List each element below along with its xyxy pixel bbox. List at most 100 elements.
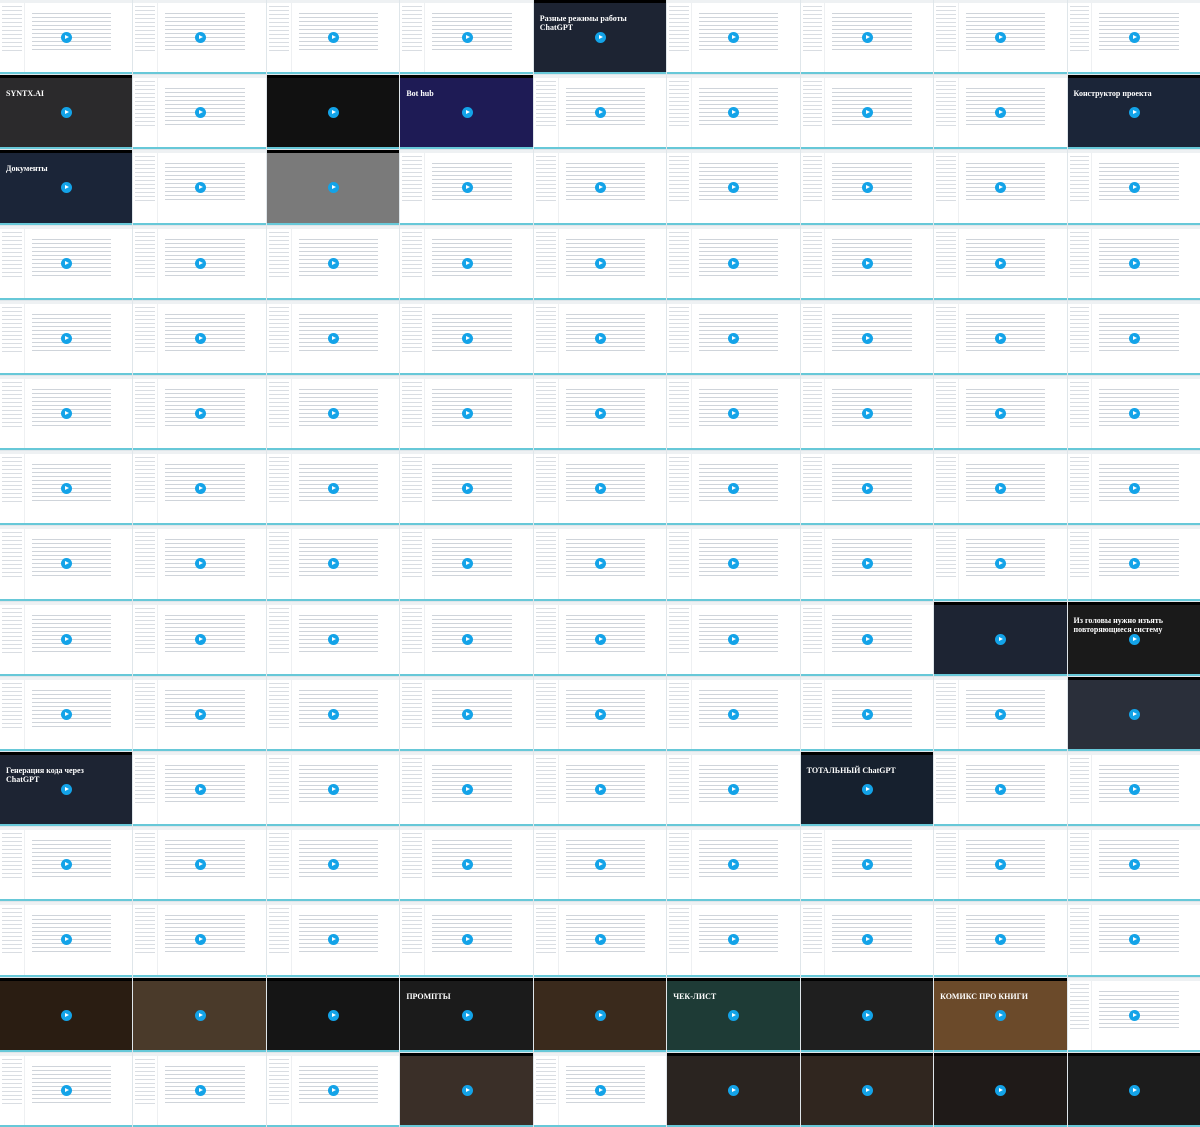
video-thumbnail[interactable] bbox=[1067, 0, 1200, 75]
play-icon[interactable] bbox=[861, 1009, 873, 1021]
video-thumbnail[interactable] bbox=[0, 375, 133, 451]
play-icon[interactable] bbox=[461, 32, 473, 44]
play-icon[interactable] bbox=[1128, 483, 1140, 495]
video-thumbnail[interactable] bbox=[667, 751, 800, 827]
video-thumbnail[interactable] bbox=[934, 451, 1067, 526]
play-icon[interactable] bbox=[194, 332, 206, 344]
video-thumbnail[interactable] bbox=[400, 827, 533, 902]
play-icon[interactable] bbox=[194, 408, 206, 420]
video-thumbnail[interactable] bbox=[266, 225, 400, 300]
video-thumbnail[interactable] bbox=[0, 225, 133, 300]
video-thumbnail[interactable] bbox=[1067, 751, 1200, 827]
play-icon[interactable] bbox=[1128, 859, 1140, 871]
video-thumbnail[interactable] bbox=[1067, 1052, 1200, 1127]
play-icon[interactable] bbox=[1128, 708, 1140, 720]
video-thumbnail[interactable] bbox=[0, 977, 133, 1052]
video-thumbnail[interactable] bbox=[934, 0, 1067, 75]
video-thumbnail[interactable] bbox=[400, 751, 533, 827]
video-thumbnail[interactable] bbox=[0, 827, 133, 902]
play-icon[interactable] bbox=[1128, 32, 1140, 44]
play-icon[interactable] bbox=[995, 633, 1007, 645]
video-thumbnail[interactable] bbox=[934, 75, 1067, 150]
video-thumbnail[interactable] bbox=[533, 977, 667, 1052]
video-thumbnail[interactable] bbox=[800, 526, 934, 601]
video-thumbnail[interactable] bbox=[266, 375, 400, 451]
play-icon[interactable] bbox=[861, 784, 873, 796]
video-thumbnail[interactable] bbox=[266, 1052, 400, 1127]
video-thumbnail[interactable] bbox=[533, 1052, 667, 1127]
play-icon[interactable] bbox=[194, 107, 206, 119]
play-icon[interactable] bbox=[61, 784, 73, 796]
video-thumbnail[interactable] bbox=[0, 451, 133, 526]
video-thumbnail[interactable] bbox=[133, 526, 266, 601]
video-thumbnail[interactable] bbox=[400, 451, 533, 526]
video-thumbnail[interactable] bbox=[133, 977, 266, 1052]
video-thumbnail[interactable] bbox=[133, 1052, 266, 1127]
video-thumbnail[interactable]: Разные режимы работы ChatGPT bbox=[533, 0, 667, 75]
video-thumbnail[interactable] bbox=[934, 751, 1067, 827]
video-thumbnail[interactable] bbox=[800, 601, 934, 676]
play-icon[interactable] bbox=[861, 32, 873, 44]
play-icon[interactable] bbox=[594, 708, 606, 720]
video-thumbnail[interactable] bbox=[533, 827, 667, 902]
play-icon[interactable] bbox=[461, 408, 473, 420]
video-thumbnail[interactable]: ПРОМПТЫ bbox=[400, 977, 533, 1052]
play-icon[interactable] bbox=[461, 107, 473, 119]
play-icon[interactable] bbox=[461, 1084, 473, 1096]
play-icon[interactable] bbox=[194, 1009, 206, 1021]
video-thumbnail[interactable] bbox=[1067, 300, 1200, 375]
play-icon[interactable] bbox=[1128, 633, 1140, 645]
video-thumbnail[interactable] bbox=[533, 75, 667, 150]
play-icon[interactable] bbox=[1128, 408, 1140, 420]
video-thumbnail[interactable] bbox=[667, 375, 800, 451]
video-thumbnail[interactable] bbox=[533, 601, 667, 676]
video-thumbnail[interactable] bbox=[800, 977, 934, 1052]
video-thumbnail[interactable] bbox=[266, 902, 400, 977]
play-icon[interactable] bbox=[1128, 332, 1140, 344]
video-thumbnail[interactable] bbox=[934, 526, 1067, 601]
play-icon[interactable] bbox=[328, 182, 340, 194]
video-thumbnail[interactable] bbox=[400, 1052, 533, 1127]
video-thumbnail[interactable] bbox=[800, 0, 934, 75]
video-thumbnail[interactable] bbox=[800, 676, 934, 751]
play-icon[interactable] bbox=[861, 332, 873, 344]
play-icon[interactable] bbox=[1128, 1084, 1140, 1096]
video-thumbnail[interactable] bbox=[934, 676, 1067, 751]
play-icon[interactable] bbox=[728, 1009, 740, 1021]
play-icon[interactable] bbox=[1128, 784, 1140, 796]
video-thumbnail[interactable] bbox=[133, 150, 266, 225]
play-icon[interactable] bbox=[861, 708, 873, 720]
video-thumbnail[interactable] bbox=[667, 451, 800, 526]
play-icon[interactable] bbox=[461, 257, 473, 269]
play-icon[interactable] bbox=[594, 408, 606, 420]
video-thumbnail[interactable] bbox=[667, 676, 800, 751]
video-thumbnail[interactable] bbox=[1067, 451, 1200, 526]
video-thumbnail[interactable] bbox=[800, 75, 934, 150]
video-thumbnail[interactable] bbox=[934, 300, 1067, 375]
play-icon[interactable] bbox=[728, 1084, 740, 1096]
video-thumbnail[interactable] bbox=[0, 902, 133, 977]
video-thumbnail[interactable] bbox=[266, 601, 400, 676]
video-thumbnail[interactable]: КОМИКС ПРО КНИГИ bbox=[934, 977, 1067, 1052]
video-thumbnail[interactable] bbox=[400, 375, 533, 451]
video-thumbnail[interactable] bbox=[133, 375, 266, 451]
play-icon[interactable] bbox=[861, 408, 873, 420]
video-thumbnail[interactable] bbox=[266, 75, 400, 150]
video-thumbnail[interactable] bbox=[800, 827, 934, 902]
video-thumbnail[interactable] bbox=[533, 150, 667, 225]
video-thumbnail[interactable] bbox=[667, 526, 800, 601]
video-thumbnail[interactable] bbox=[667, 601, 800, 676]
video-thumbnail[interactable]: ЧЕК-ЛИСТ bbox=[667, 977, 800, 1052]
video-thumbnail[interactable] bbox=[667, 902, 800, 977]
video-thumbnail[interactable]: Документы bbox=[0, 150, 133, 225]
video-thumbnail[interactable] bbox=[934, 1052, 1067, 1127]
play-icon[interactable] bbox=[461, 934, 473, 946]
video-thumbnail[interactable] bbox=[533, 225, 667, 300]
video-thumbnail[interactable] bbox=[934, 375, 1067, 451]
video-thumbnail[interactable] bbox=[133, 827, 266, 902]
video-thumbnail[interactable] bbox=[0, 526, 133, 601]
video-thumbnail[interactable] bbox=[133, 601, 266, 676]
video-thumbnail[interactable] bbox=[800, 150, 934, 225]
play-icon[interactable] bbox=[594, 332, 606, 344]
video-thumbnail[interactable] bbox=[934, 225, 1067, 300]
